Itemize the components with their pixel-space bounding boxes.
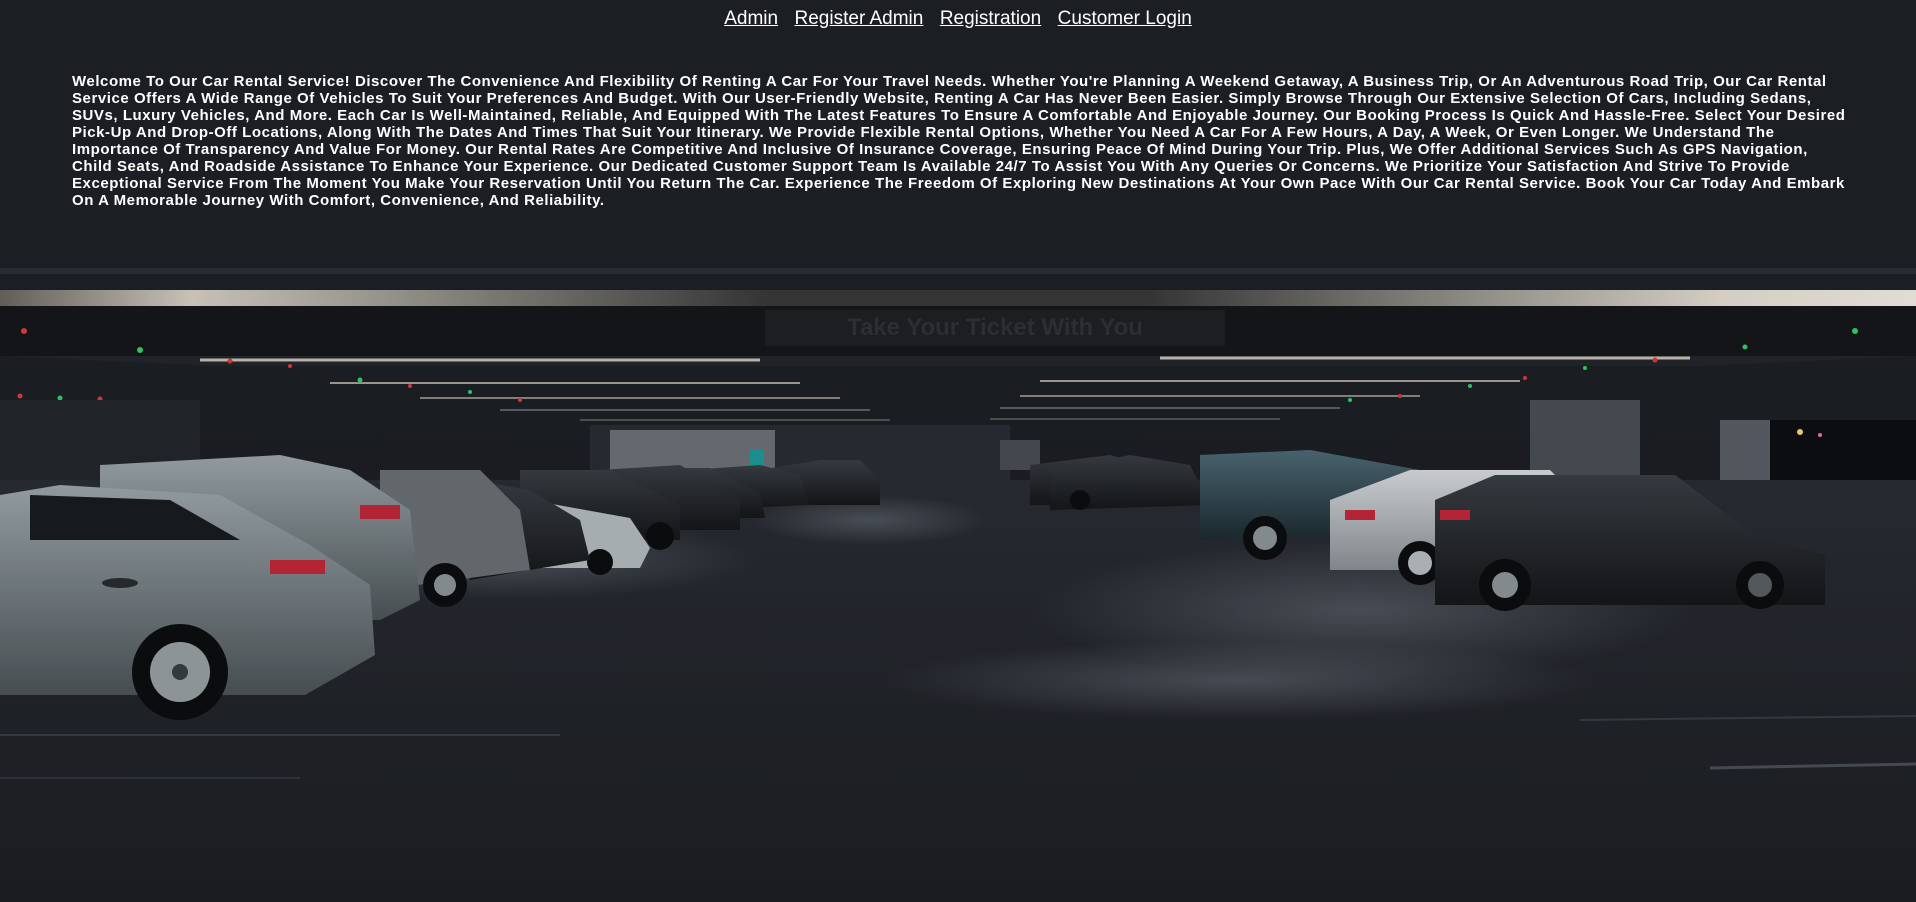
nav-link-registration[interactable]: Registration — [940, 8, 1041, 29]
page: Take Your Ticket With You Admin Register… — [0, 0, 1916, 902]
nav-link-register-admin[interactable]: Register Admin — [795, 8, 924, 29]
nav-link-admin[interactable]: Admin — [724, 8, 778, 29]
nav-link-customer-login[interactable]: Customer Login — [1058, 8, 1192, 29]
top-nav: Admin Register Admin Registration Custom… — [0, 8, 1916, 30]
background-sign-text: Take Your Ticket With You — [765, 310, 1225, 346]
intro-paragraph: Welcome to our car rental service! Disco… — [72, 73, 1846, 209]
